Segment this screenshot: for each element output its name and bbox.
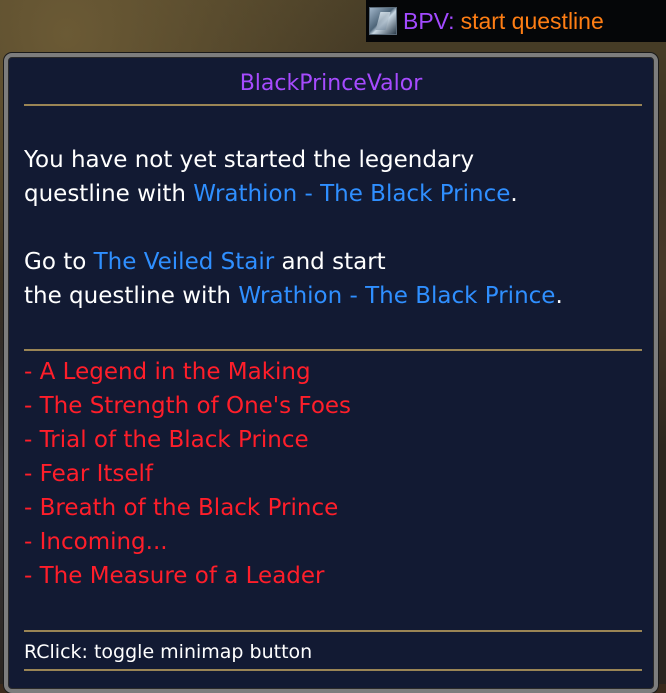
quest-item: - Fear Itself: [24, 461, 154, 487]
instruction-line-1: Go to The Veiled Stair and start: [24, 245, 563, 279]
divider-top: [24, 104, 642, 106]
quest-item: - A Legend in the Making: [24, 359, 311, 385]
zone-link-veiled-stair: The Veiled Stair: [93, 249, 275, 275]
broker-value: start questline: [460, 7, 604, 34]
instruction-line-1-text: Go to: [24, 249, 94, 275]
instruction-line-2-text: the questline with: [24, 283, 239, 309]
quest-item: - Incoming...: [24, 529, 168, 555]
instruction-line-2-end: .: [555, 283, 563, 309]
npc-link-wrathion-2: Wrathion - The Black Prince: [238, 283, 556, 309]
intro-line-2-text: questline with: [24, 181, 194, 207]
intro-line-2: questline with Wrathion - The Black Prin…: [24, 177, 518, 211]
blackprince-icon: [369, 7, 397, 35]
intro-line-2-end: .: [510, 181, 518, 207]
right-click-hint: RClick: toggle minimap button: [24, 641, 313, 663]
tooltip-title: BlackPrinceValor: [239, 71, 423, 96]
divider-middle: [24, 349, 642, 351]
divider-footer: [24, 669, 642, 671]
quest-item: - Breath of the Black Prince: [24, 495, 339, 521]
instruction-paragraph: Go to The Veiled Stair and start the que…: [24, 245, 563, 313]
instruction-line-1-end: and start: [274, 249, 386, 275]
broker-label: BPV:: [403, 7, 455, 34]
npc-link-wrathion: Wrathion - The Black Prince: [193, 181, 511, 207]
data-broker-bar[interactable]: BPV: start questline: [366, 0, 666, 42]
quest-item: - The Strength of One's Foes: [24, 393, 352, 419]
intro-paragraph: You have not yet started the legendary q…: [24, 143, 518, 211]
divider-bottom: [24, 630, 642, 632]
quest-item: - The Measure of a Leader: [24, 563, 325, 589]
intro-line-1: You have not yet started the legendary: [24, 147, 475, 173]
quest-list: - A Legend in the Making - The Strength …: [24, 355, 351, 593]
tooltip-panel: BlackPrinceValor You have not yet starte…: [4, 53, 658, 693]
quest-item: - Trial of the Black Prince: [24, 427, 309, 453]
instruction-line-2: the questline with Wrathion - The Black …: [24, 279, 563, 313]
